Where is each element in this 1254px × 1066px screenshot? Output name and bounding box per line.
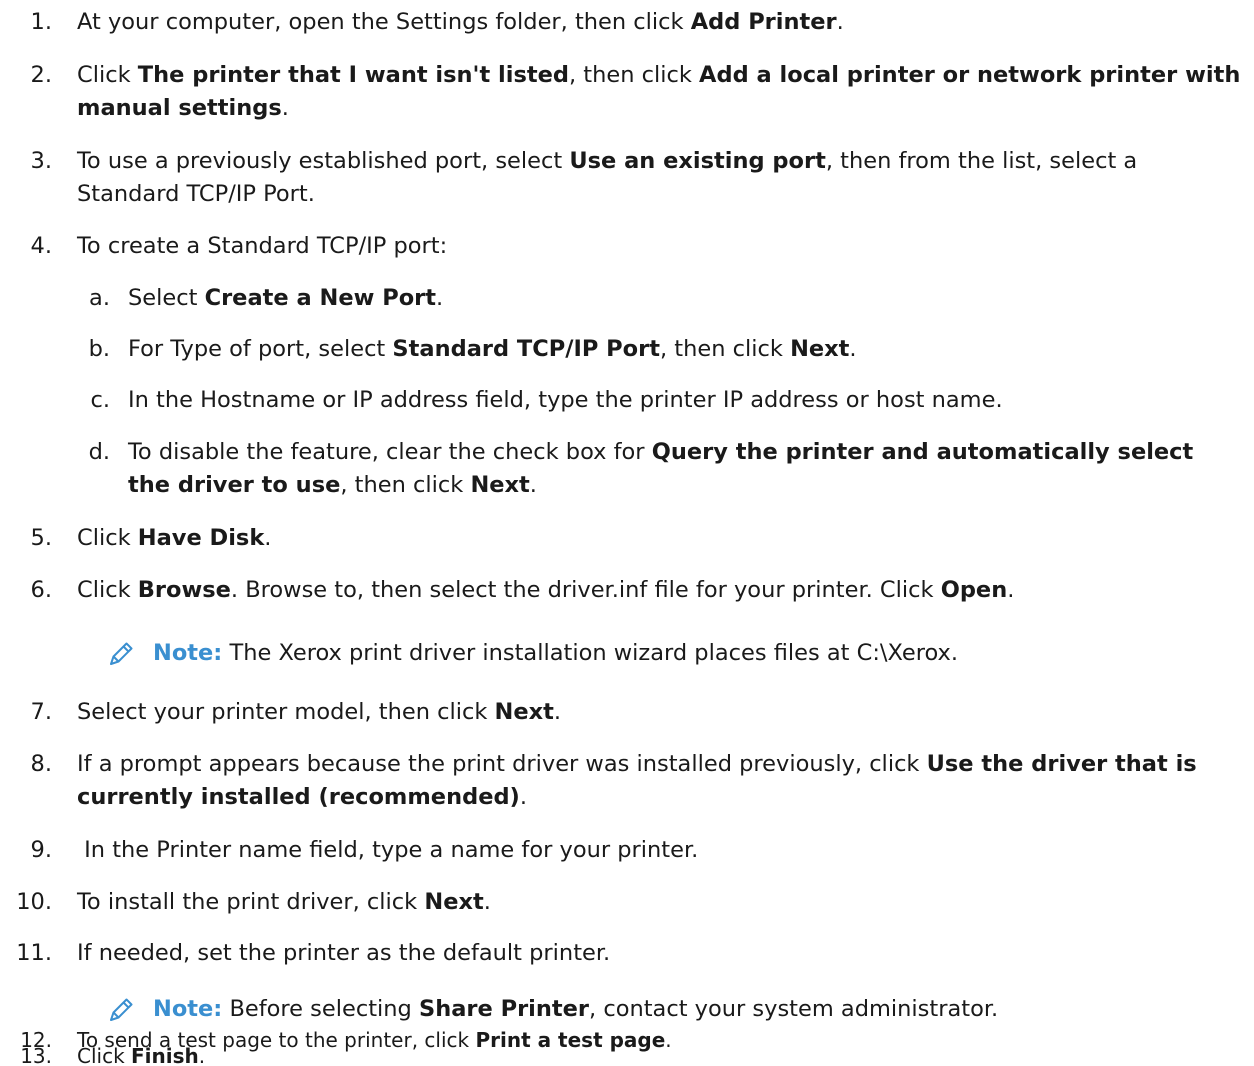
step-text: At your computer, open the Settings fold…: [77, 9, 844, 35]
step-number: 3.: [30, 148, 52, 174]
step-text: manual settings.: [77, 95, 289, 121]
step-text: If needed, set the printer as the defaul…: [77, 940, 611, 966]
step-text: currently installed (recommended).: [77, 784, 527, 810]
step-text: Standard TCP/IP Port.: [77, 181, 315, 207]
step-text: To use a previously established port, se…: [77, 148, 1138, 174]
substep-text: For Type of port, select Standard TCP/IP…: [128, 336, 857, 362]
step-text: To send a test page to the printer, clic…: [77, 1030, 672, 1052]
substep-letter: d.: [88, 439, 110, 465]
step-text: Click Have Disk.: [77, 525, 272, 551]
pencil-icon: [110, 642, 133, 665]
instruction-document: 1. At your computer, open the Settings f…: [0, 0, 1254, 1066]
step-number: 9.: [30, 837, 52, 863]
substep-letter: b.: [88, 336, 110, 362]
step-text: Click The printer that I want isn't list…: [77, 62, 1241, 88]
substep-text: the driver to use, then click Next.: [128, 472, 537, 498]
step-number: 1.: [30, 9, 52, 35]
step-text: To create a Standard TCP/IP port:: [77, 233, 448, 259]
note-text: Note: Before selecting Share Printer, co…: [153, 996, 999, 1022]
step-number: 8.: [30, 751, 52, 777]
note-label: Note:: [153, 640, 223, 666]
step-number: 2.: [30, 62, 52, 88]
note-label: Note:: [153, 996, 223, 1022]
step-number: 5.: [30, 525, 52, 551]
step-text: In the Printer name field, type a name f…: [77, 837, 699, 863]
step-number: 10.: [16, 889, 52, 915]
substep-letter: c.: [90, 387, 110, 413]
step-number: 4.: [30, 233, 52, 259]
pencil-icon: [110, 998, 133, 1021]
substep-text: To disable the feature, clear the check …: [128, 439, 1194, 465]
step-text: To install the print driver, click Next.: [77, 889, 491, 915]
step-number: 11.: [16, 940, 52, 966]
substep-letter: a.: [89, 285, 110, 311]
step-number: 7.: [30, 699, 52, 725]
substep-text: Select Create a New Port.: [128, 285, 444, 311]
step-number: 6.: [30, 577, 52, 603]
substep-text: In the Hostname or IP address field, typ…: [128, 387, 1003, 413]
note-text: Note: The Xerox print driver installatio…: [153, 640, 959, 666]
step-number: 13.: [20, 1044, 52, 1066]
step-text: Click Finish.: [77, 1044, 206, 1066]
tail-steps: 12. To send a test page to the printer, …: [0, 1030, 1254, 1066]
step-text: Click Browse. Browse to, then select the…: [77, 577, 1015, 603]
step-text: Select your printer model, then click Ne…: [77, 699, 562, 725]
step-text: If a prompt appears because the print dr…: [77, 751, 1197, 777]
